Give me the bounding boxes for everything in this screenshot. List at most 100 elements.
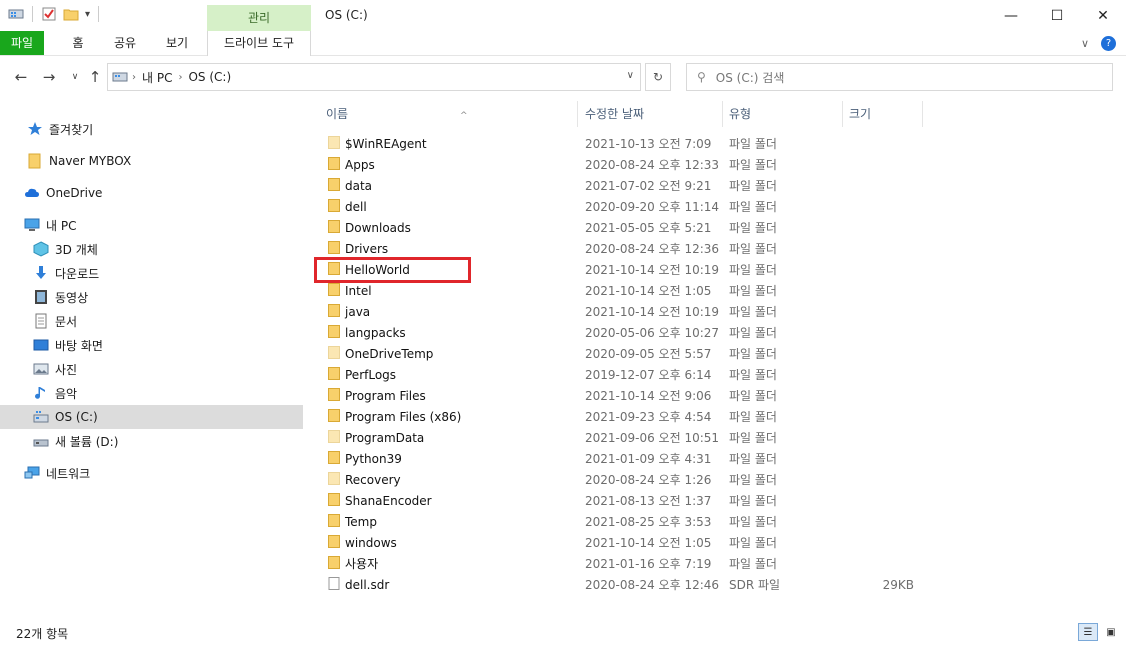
column-header-name[interactable]: 이름 ^ bbox=[320, 101, 578, 127]
nav-item-os-c[interactable]: OS (C:) bbox=[0, 405, 303, 429]
tab-view[interactable]: 보기 bbox=[160, 31, 194, 55]
file-row[interactable]: dell 2020-09-20 오후 11:14 파일 폴더 bbox=[324, 196, 924, 217]
file-name: Downloads bbox=[345, 220, 411, 235]
nav-item-label: 내 PC bbox=[46, 218, 77, 233]
file-name: windows bbox=[345, 535, 397, 550]
breadcrumb-separator-icon: › bbox=[132, 71, 136, 83]
nav-item-label: 3D 개체 bbox=[55, 242, 98, 257]
refresh-button[interactable]: ↻ bbox=[645, 63, 671, 91]
details-view-button[interactable]: ☰ bbox=[1078, 623, 1098, 641]
file-modified-date: 2021-07-02 오전 9:21 bbox=[585, 179, 712, 193]
nav-item-quick-access[interactable]: 즐겨찾기 bbox=[0, 117, 303, 141]
file-row[interactable]: Drivers 2020-08-24 오후 12:36 파일 폴더 bbox=[324, 238, 924, 259]
help-icon[interactable]: ? bbox=[1101, 36, 1116, 51]
file-modified-date: 2021-10-14 오전 1:05 bbox=[585, 284, 712, 298]
folder-icon bbox=[28, 153, 41, 169]
minimize-button[interactable]: — bbox=[988, 0, 1034, 31]
customize-toolbar-icon[interactable]: ▾ bbox=[85, 9, 90, 20]
back-icon[interactable]: ← bbox=[10, 67, 32, 87]
file-name: PerfLogs bbox=[345, 367, 397, 382]
file-type: 파일 폴더 bbox=[729, 242, 777, 256]
nav-item-documents[interactable]: 문서 bbox=[0, 309, 303, 333]
file-type: 파일 폴더 bbox=[729, 473, 777, 487]
file-name: data bbox=[345, 178, 373, 193]
file-row[interactable]: ProgramData 2021-09-06 오전 10:51 파일 폴더 bbox=[324, 427, 924, 448]
network-icon bbox=[24, 466, 40, 479]
folder-icon bbox=[328, 451, 340, 464]
file-row[interactable]: Temp 2021-08-25 오후 3:53 파일 폴더 bbox=[324, 511, 924, 532]
drive-d-icon bbox=[33, 439, 49, 447]
file-row[interactable]: data 2021-07-02 오전 9:21 파일 폴더 bbox=[324, 175, 924, 196]
file-modified-date: 2021-09-06 오전 10:51 bbox=[585, 431, 720, 445]
file-type: 파일 폴더 bbox=[729, 557, 777, 571]
file-row[interactable]: 사용자 2021-01-16 오후 7:19 파일 폴더 bbox=[324, 553, 924, 574]
address-dropdown-icon[interactable]: ∨ bbox=[627, 70, 634, 81]
nav-item-this-pc[interactable]: 내 PC bbox=[0, 213, 303, 237]
expand-ribbon-icon[interactable]: ∨ bbox=[1081, 37, 1089, 50]
nav-item-videos[interactable]: 동영상 bbox=[0, 285, 303, 309]
breadcrumb-os-c[interactable]: OS (C:) bbox=[188, 70, 231, 84]
file-name: langpacks bbox=[345, 325, 406, 340]
nav-item-desktop[interactable]: 바탕 화면 bbox=[0, 333, 303, 357]
search-placeholder: OS (C:) 검색 bbox=[715, 70, 785, 85]
file-row[interactable]: Downloads 2021-05-05 오후 5:21 파일 폴더 bbox=[324, 217, 924, 238]
file-type: 파일 폴더 bbox=[729, 326, 777, 340]
address-bar[interactable]: › 내 PC › OS (C:) ∨ bbox=[107, 63, 641, 91]
file-row[interactable]: langpacks 2020-05-06 오후 10:27 파일 폴더 bbox=[324, 322, 924, 343]
folder-icon bbox=[328, 220, 340, 233]
file-row[interactable]: Recovery 2020-08-24 오후 1:26 파일 폴더 bbox=[324, 469, 924, 490]
file-name: Temp bbox=[345, 514, 377, 529]
nav-item-onedrive[interactable]: OneDrive bbox=[0, 181, 303, 205]
nav-item-3d-objects[interactable]: 3D 개체 bbox=[0, 237, 303, 261]
large-icons-view-button[interactable]: ▣ bbox=[1101, 623, 1121, 641]
file-modified-date: 2020-08-24 오후 12:46 bbox=[585, 578, 720, 592]
drive-icon bbox=[112, 72, 128, 82]
desktop-icon bbox=[33, 339, 49, 351]
nav-item-label: 즐겨찾기 bbox=[49, 122, 94, 137]
drive-icon[interactable] bbox=[8, 6, 24, 22]
up-icon[interactable]: ↑ bbox=[84, 67, 106, 87]
file-row[interactable]: java 2021-10-14 오전 10:19 파일 폴더 bbox=[324, 301, 924, 322]
file-row[interactable]: $WinREAgent 2021-10-13 오전 7:09 파일 폴더 bbox=[324, 133, 924, 154]
nav-item-label: 사진 bbox=[55, 362, 78, 377]
details-view-icon: ☰ bbox=[1083, 626, 1093, 638]
address-row: ← → ∨ ↑ › 내 PC › OS (C:) ∨ ↻ ⚲ OS (C:) 검… bbox=[0, 57, 1126, 97]
nav-item-pictures[interactable]: 사진 bbox=[0, 357, 303, 381]
file-row[interactable]: OneDriveTemp 2020-09-05 오전 5:57 파일 폴더 bbox=[324, 343, 924, 364]
file-row[interactable]: Program Files 2021-10-14 오전 9:06 파일 폴더 bbox=[324, 385, 924, 406]
nav-item-downloads[interactable]: 다운로드 bbox=[0, 261, 303, 285]
nav-item-music[interactable]: 음악 bbox=[0, 381, 303, 405]
computer-icon bbox=[24, 218, 40, 231]
column-header-type[interactable]: 유형 bbox=[723, 101, 843, 127]
tab-share[interactable]: 공유 bbox=[108, 31, 142, 55]
breadcrumb-this-pc[interactable]: 내 PC bbox=[142, 69, 172, 86]
column-header-date[interactable]: 수정한 날짜 bbox=[579, 101, 723, 127]
maximize-button[interactable]: ☐ bbox=[1034, 0, 1080, 31]
file-row[interactable]: ShanaEncoder 2021-08-13 오전 1:37 파일 폴더 bbox=[324, 490, 924, 511]
recent-locations-icon[interactable]: ∨ bbox=[64, 67, 86, 87]
file-row[interactable]: Program Files (x86) 2021-09-23 오후 4:54 파일 … bbox=[324, 406, 924, 427]
nav-item-naver-mybox[interactable]: Naver MYBOX bbox=[0, 149, 303, 173]
file-modified-date: 2021-10-14 오전 1:05 bbox=[585, 536, 712, 550]
download-icon bbox=[36, 266, 46, 279]
tab-drive-tools[interactable]: 드라이브 도구 bbox=[207, 31, 311, 56]
tab-file[interactable]: 파일 bbox=[0, 31, 44, 55]
search-input[interactable]: ⚲ OS (C:) 검색 bbox=[686, 63, 1113, 91]
file-row[interactable]: Apps 2020-08-24 오후 12:33 파일 폴더 bbox=[324, 154, 924, 175]
nav-item-network[interactable]: 네트워크 bbox=[0, 461, 303, 485]
file-row[interactable]: Intel 2021-10-14 오전 1:05 파일 폴더 bbox=[324, 280, 924, 301]
new-folder-icon[interactable] bbox=[63, 6, 79, 22]
properties-icon[interactable] bbox=[41, 6, 57, 22]
file-row[interactable]: dell.sdr 2020-08-24 오후 12:46 SDR 파일 29KB bbox=[324, 574, 924, 595]
file-row[interactable]: windows 2021-10-14 오전 1:05 파일 폴더 bbox=[324, 532, 924, 553]
file-modified-date: 2019-12-07 오후 6:14 bbox=[585, 368, 712, 382]
nav-item-volume-d[interactable]: 새 볼륨 (D:) bbox=[0, 429, 303, 453]
tab-home[interactable]: 홈 bbox=[62, 31, 94, 55]
close-button[interactable]: ✕ bbox=[1080, 0, 1126, 31]
file-row[interactable]: Python39 2021-01-09 오후 4:31 파일 폴더 bbox=[324, 448, 924, 469]
column-header-size[interactable]: 크기 bbox=[843, 101, 923, 127]
folder-icon bbox=[328, 493, 340, 506]
file-row[interactable]: PerfLogs 2019-12-07 오후 6:14 파일 폴더 bbox=[324, 364, 924, 385]
forward-icon[interactable]: → bbox=[38, 67, 60, 87]
nav-item-label: 바탕 화면 bbox=[55, 338, 103, 353]
